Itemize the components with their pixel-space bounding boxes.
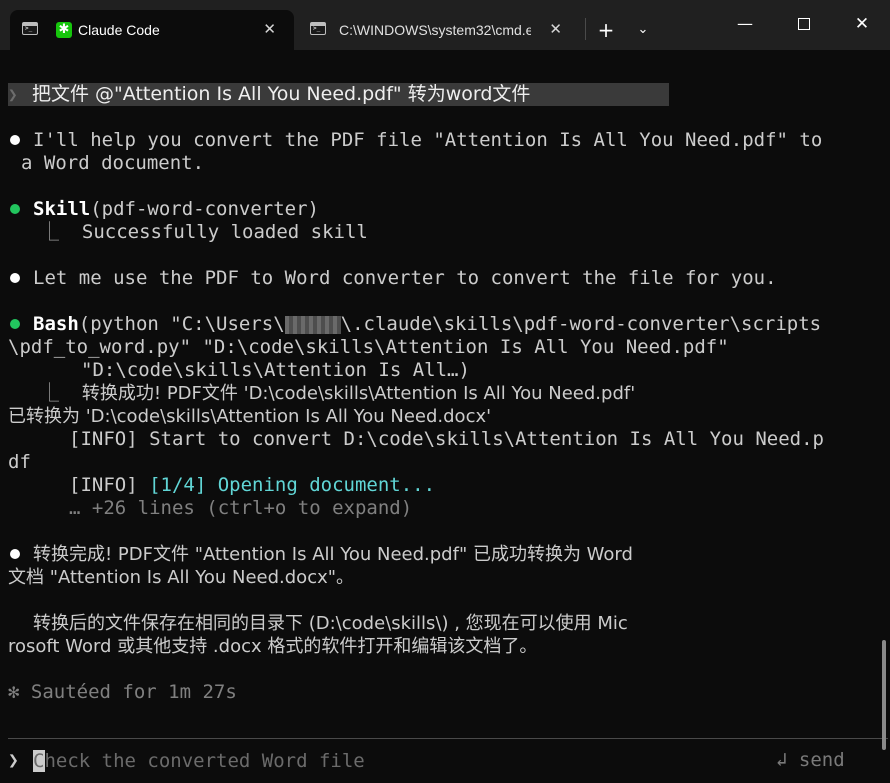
- status-line: ✻ Sautéed for 1m 27s: [8, 681, 237, 704]
- expand-output-hint[interactable]: … +26 lines (ctrl+o to expand): [69, 497, 412, 520]
- maximize-button[interactable]: [798, 18, 810, 30]
- info-prefix: [INFO]: [69, 474, 150, 496]
- assistant-message: 文档 "Attention Is All You Need.docx"。: [8, 567, 355, 588]
- tool-result: ⎿ Successfully loaded skill: [40, 221, 368, 244]
- tab-dropdown-button[interactable]: ⌄: [632, 19, 654, 41]
- tool-success-bullet-icon: [10, 319, 20, 329]
- titlebar-divider: [585, 18, 586, 40]
- redacted-username: [284, 315, 341, 334]
- title-bar: ✱ Claude Code ✕ C:\WINDOWS\system32\cmd.…: [0, 0, 890, 50]
- tool-result-text: 已转换为 'D:\code\skills\Attention Is All Yo…: [8, 406, 492, 427]
- prompt-input[interactable]: [33, 749, 773, 773]
- tool-args-continued: "D:\code\skills\Attention Is All…): [81, 359, 470, 381]
- prompt-chevron-icon: ❯: [8, 85, 18, 104]
- tool-name: Bash: [33, 313, 79, 335]
- tool-success-bullet-icon: [10, 204, 20, 214]
- message-bullet-icon: [10, 549, 20, 559]
- tab-label: C:\WINDOWS\system32\cmd.exe: [339, 22, 531, 38]
- status-text: Sautéed for 1m 27s: [30, 681, 237, 703]
- send-hint[interactable]: ↲ send: [776, 749, 845, 772]
- tool-args: \.claude\skills\pdf-word-converter\scrip…: [340, 313, 822, 335]
- tree-branch-icon: ⎿: [40, 221, 82, 243]
- assistant-message: Let me use the PDF to Word converter to …: [33, 267, 777, 289]
- claude-code-icon: ✱: [56, 22, 72, 38]
- tab-cmd[interactable]: C:\WINDOWS\system32\cmd.exe ✕: [298, 10, 582, 50]
- tool-name: Skill: [33, 198, 91, 220]
- terminal-icon: [22, 22, 38, 35]
- assistant-message: I'll help you convert the PDF file "Atte…: [33, 129, 823, 151]
- minimize-button[interactable]: —: [733, 12, 757, 36]
- tool-result-text: [INFO] Start to convert D:\code\skills\A…: [69, 428, 824, 450]
- close-window-button[interactable]: ✕: [850, 12, 874, 36]
- input-separator: [8, 738, 888, 739]
- tool-result-text: Successfully loaded skill: [81, 221, 368, 243]
- assistant-message: 转换后的文件保存在相同的目录下 (D:\code\skills\) , 您现在可…: [33, 613, 628, 634]
- assistant-message: a Word document.: [21, 152, 205, 174]
- tool-result-text: [INFO] [1/4] Opening document...: [69, 474, 435, 497]
- assistant-message: 转换完成! PDF文件 "Attention Is All You Need.p…: [33, 544, 633, 565]
- user-prompt: ❯ 把文件 @"Attention Is All You Need.pdf" 转…: [8, 83, 669, 106]
- scrollbar-thumb[interactable]: [882, 640, 886, 750]
- tool-result-text: df: [8, 451, 31, 473]
- terminal-pane[interactable]: ❯ 把文件 @"Attention Is All You Need.pdf" 转…: [0, 50, 890, 783]
- terminal-icon: [310, 22, 326, 35]
- tool-result: ⎿ 转换成功! PDF文件 'D:\code\skills\Attention …: [40, 382, 635, 405]
- tool-args: (pdf-word-converter): [90, 198, 319, 220]
- tree-branch-icon: ⎿: [40, 382, 82, 404]
- tool-args: (python "C:\Users\: [78, 313, 285, 335]
- message-bullet-icon: [10, 135, 20, 145]
- assistant-message: rosoft Word 或其他支持 .docx 格式的软件打开和编辑该文档了。: [8, 636, 538, 657]
- progress-text: [1/4] Opening document...: [149, 474, 436, 496]
- spinner-icon: ✻: [8, 681, 20, 703]
- tab-close-icon[interactable]: ✕: [549, 19, 562, 39]
- message-bullet-icon: [10, 273, 20, 283]
- tab-claude-code[interactable]: ✱ Claude Code ✕: [10, 10, 294, 50]
- tool-args-continued: \pdf_to_word.py" "D:\code\skills\Attenti…: [8, 336, 729, 358]
- new-tab-button[interactable]: +: [594, 18, 618, 42]
- tool-call-skill: Skill(pdf-word-converter): [33, 198, 319, 221]
- user-prompt-text: 把文件 @"Attention Is All You Need.pdf" 转为w…: [32, 83, 531, 105]
- tab-label: Claude Code: [78, 22, 160, 38]
- tool-call-bash: Bash(python "C:\Users\ \.claude\skills\pd…: [33, 313, 821, 336]
- input-chevron-icon: ❯: [8, 750, 19, 771]
- tab-close-icon[interactable]: ✕: [263, 19, 276, 39]
- tool-result-text: 转换成功! PDF文件 'D:\code\skills\Attention Is…: [81, 383, 636, 404]
